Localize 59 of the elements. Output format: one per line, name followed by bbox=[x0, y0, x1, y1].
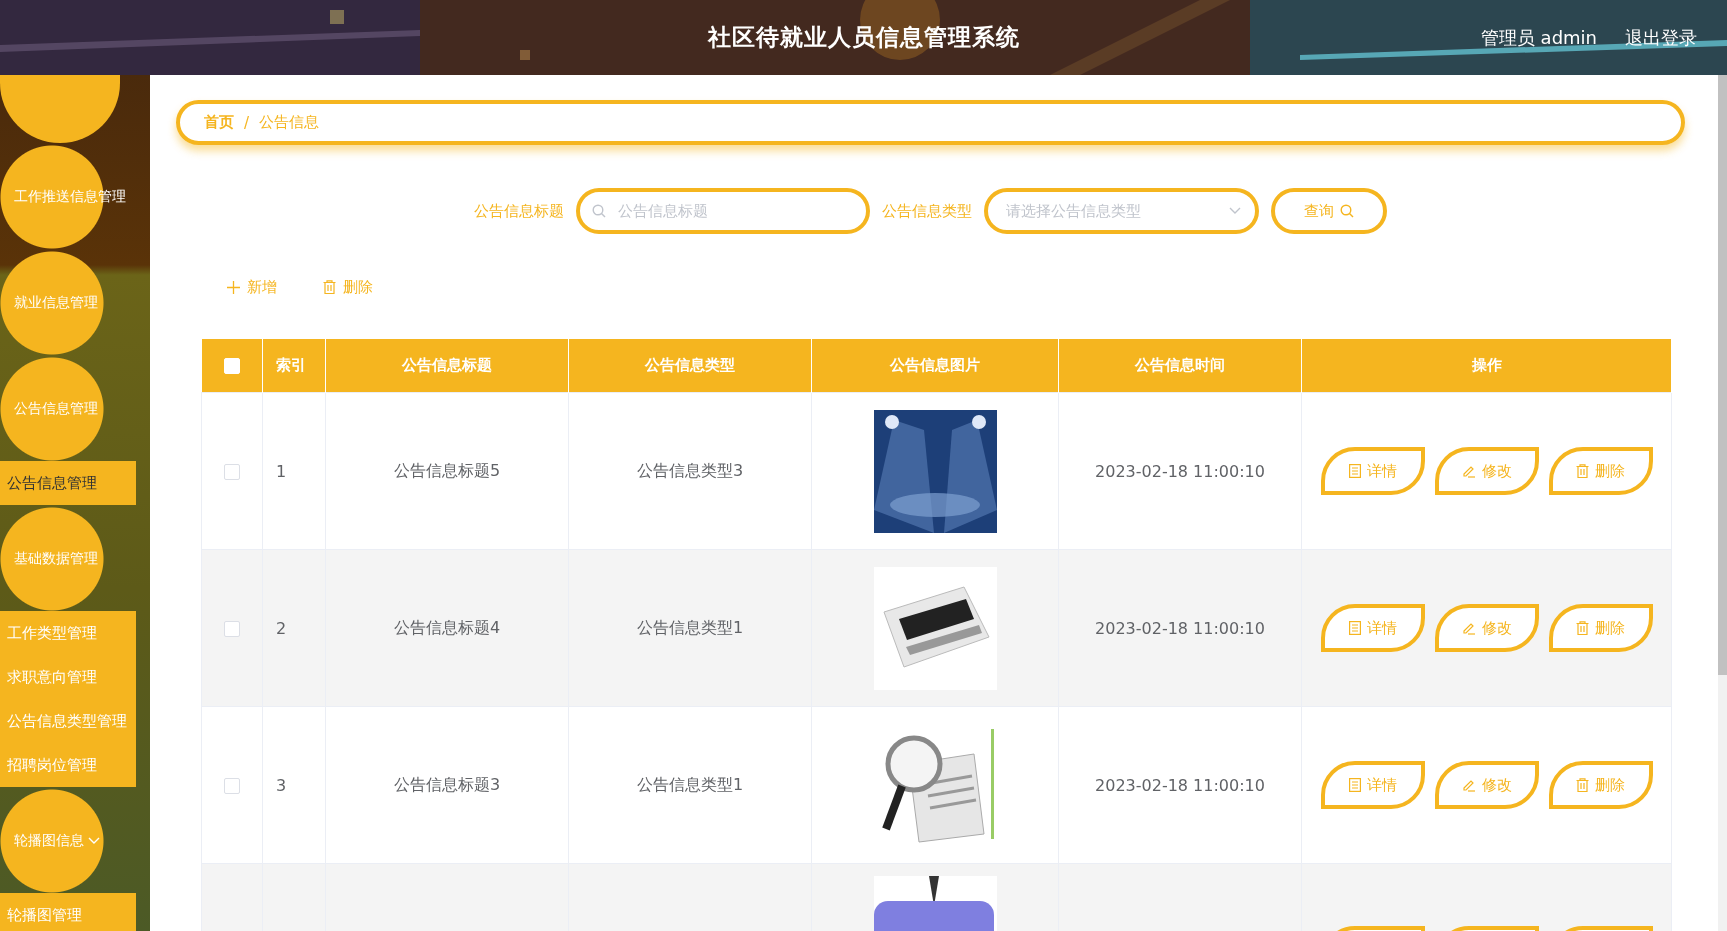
table-cell: 公告信息类型1 bbox=[568, 706, 812, 864]
delete-button[interactable]: 删除 bbox=[323, 277, 373, 297]
document-icon bbox=[1348, 621, 1361, 635]
column-header: 公告信息类型 bbox=[568, 339, 812, 393]
document-icon bbox=[1348, 778, 1361, 792]
table-cell: 2023-02-18 11:00:10 bbox=[1058, 706, 1302, 864]
chevron-down-icon bbox=[88, 837, 100, 845]
search-icon bbox=[1340, 204, 1354, 218]
table-cell: 公告信息类型3 bbox=[568, 392, 812, 550]
search-field[interactable]: 公告信息标题 bbox=[576, 188, 870, 234]
table-cell: 1 bbox=[262, 392, 326, 550]
field-label: 公告信息标题 bbox=[474, 201, 564, 221]
table-cell: 公告信息标题3 bbox=[325, 706, 569, 864]
select-field[interactable]: 请选择公告信息类型 bbox=[984, 188, 1259, 234]
column-header: 索引 bbox=[262, 339, 326, 393]
pencil-icon bbox=[1461, 621, 1476, 635]
table-cell: 公告信息标题5 bbox=[325, 392, 569, 550]
document-icon bbox=[1348, 464, 1361, 478]
search-icon bbox=[592, 204, 606, 218]
table-cell: 公告信息类型1 bbox=[568, 549, 812, 707]
breadcrumb-link[interactable]: 首页 bbox=[204, 113, 234, 132]
plus-icon bbox=[227, 280, 240, 294]
checkbox[interactable] bbox=[224, 621, 240, 637]
chevron-down-icon bbox=[1229, 207, 1241, 215]
edit-button[interactable]: 修改 bbox=[1434, 761, 1539, 809]
detail-button[interactable]: 详情 bbox=[1320, 604, 1425, 652]
table-cell: 3 bbox=[262, 706, 326, 864]
trash-icon bbox=[1576, 464, 1589, 478]
logout-link[interactable]: 退出登录 bbox=[1625, 25, 1697, 50]
column-header: 公告信息图片 bbox=[811, 339, 1059, 393]
table-cell: 2023-02-18 11:00:10 bbox=[1058, 549, 1302, 707]
breadcrumb-current: 公告信息 bbox=[259, 113, 320, 132]
column-header: 公告信息时间 bbox=[1058, 339, 1302, 393]
breadcrumb-separator: / bbox=[244, 113, 250, 132]
column-header: 操作 bbox=[1301, 339, 1672, 393]
user-name: 管理员 admin bbox=[1480, 25, 1597, 50]
checkbox[interactable] bbox=[224, 464, 240, 480]
detail-button[interactable]: 详情 bbox=[1320, 447, 1425, 495]
pencil-icon bbox=[1461, 778, 1476, 792]
column-header: 公告信息标题 bbox=[325, 339, 569, 393]
trash-icon bbox=[1576, 621, 1589, 635]
search-button[interactable]: 查询 bbox=[1271, 188, 1387, 234]
field-label: 公告信息类型 bbox=[882, 201, 972, 221]
edit-button[interactable]: 修改 bbox=[1434, 604, 1539, 652]
app-title: 社区待就业人员信息管理系统 bbox=[707, 23, 1020, 52]
delete-button[interactable]: 删除 bbox=[1548, 447, 1653, 495]
pencil-icon bbox=[1461, 464, 1476, 478]
trash-icon bbox=[1576, 778, 1589, 792]
table-cell: 公告信息标题4 bbox=[325, 549, 569, 707]
table-cell: 2 bbox=[262, 549, 326, 707]
add-button[interactable]: 新增 bbox=[227, 277, 277, 297]
delete-button[interactable]: 删除 bbox=[1548, 761, 1653, 809]
edit-button[interactable]: 修改 bbox=[1434, 447, 1539, 495]
scrollbar-thumb[interactable] bbox=[1718, 75, 1727, 675]
checkbox[interactable] bbox=[224, 778, 240, 794]
delete-button[interactable]: 删除 bbox=[1548, 604, 1653, 652]
trash-icon bbox=[323, 280, 336, 294]
table-cell: 2023-02-18 11:00:10 bbox=[1058, 392, 1302, 550]
detail-button[interactable]: 详情 bbox=[1320, 761, 1425, 809]
